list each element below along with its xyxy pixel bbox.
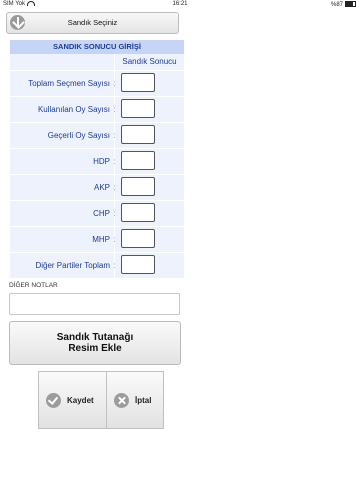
notes-label: DİĞER NOTLAR: [9, 282, 58, 289]
close-icon: [114, 393, 129, 408]
notes-input[interactable]: [9, 293, 180, 315]
row-label: Geçerli Oy Sayısı:: [10, 123, 116, 148]
table-row: AKP:: [10, 175, 184, 200]
add-photo-line1: Sandık Tutanağı: [56, 332, 134, 343]
row-label-text: Diğer Partiler Toplam: [35, 261, 110, 270]
checkmark-icon: [46, 393, 61, 408]
row-label-text: HDP: [93, 157, 110, 166]
subheader-blank: [10, 54, 114, 70]
row-label: CHP:: [10, 201, 116, 226]
add-photo-line2: Resim Ekle: [68, 343, 122, 354]
save-button[interactable]: Kaydet: [38, 371, 106, 429]
row-value-cell: [115, 227, 184, 252]
ballot-result-table: SANDIK SONUCU GİRİŞİ Sandık Sonucu Topla…: [10, 40, 184, 278]
table-row: Kullanılan Oy Sayısı:: [10, 97, 184, 122]
row-value-cell: [115, 71, 184, 96]
row-label: Kullanılan Oy Sayısı:: [10, 97, 116, 122]
row-label-text: AKP: [93, 183, 110, 192]
cancel-label: İptal: [135, 396, 152, 405]
row-value-cell: [115, 123, 184, 148]
battery-status: %87: [331, 1, 356, 8]
ballot-box-select-button[interactable]: Sandık Seçiniz: [6, 12, 179, 34]
row-value-cell: [115, 149, 184, 174]
table-row: HDP:: [10, 149, 184, 174]
status-bar: SIM Yok 16:21 %87: [0, 0, 360, 10]
row-value-input[interactable]: [121, 125, 155, 144]
table-title: SANDIK SONUCU GİRİŞİ: [10, 40, 184, 54]
save-label: Kaydet: [67, 396, 94, 405]
row-value-input[interactable]: [121, 255, 155, 274]
row-value-cell: [115, 175, 184, 200]
row-value-input[interactable]: [121, 177, 155, 196]
row-label: HDP:: [10, 149, 116, 174]
table-row: Geçerli Oy Sayısı:: [10, 123, 184, 148]
table-row: MHP:: [10, 227, 184, 252]
row-value-cell: [115, 201, 184, 226]
row-label: MHP:: [10, 227, 116, 252]
row-label-text: CHP: [93, 209, 110, 218]
table-row: CHP:: [10, 201, 184, 226]
add-report-photo-button[interactable]: Sandık Tutanağı Resim Ekle: [9, 321, 181, 365]
row-value-cell: [115, 253, 184, 278]
ballot-box-select-label: Sandık Seçiniz: [67, 18, 118, 27]
row-value-input[interactable]: [121, 229, 155, 248]
column-header-result: Sandık Sonucu: [115, 54, 184, 70]
row-value-cell: [115, 97, 184, 122]
row-label: Diğer Partiler Toplam:: [10, 253, 116, 278]
row-value-input[interactable]: [121, 203, 155, 222]
cancel-button[interactable]: İptal: [106, 371, 164, 429]
row-value-input[interactable]: [121, 151, 155, 170]
battery-percent: %87: [330, 2, 343, 8]
row-label-text: Kullanılan Oy Sayısı: [37, 105, 110, 114]
battery-icon: [345, 1, 356, 7]
row-label-text: MHP: [92, 235, 110, 244]
row-label: Toplam Seçmen Sayısı:: [10, 71, 116, 96]
row-value-input[interactable]: [121, 73, 155, 92]
clock: 16:21: [172, 1, 188, 7]
table-row: Toplam Seçmen Sayısı:: [10, 71, 184, 96]
table-subheader: Sandık Sonucu: [10, 54, 184, 70]
row-label-text: Geçerli Oy Sayısı: [47, 131, 110, 140]
row-value-input[interactable]: [121, 99, 155, 118]
table-row: Diğer Partiler Toplam:: [10, 253, 184, 278]
row-label-text: Toplam Seçmen Sayısı: [28, 79, 110, 88]
row-label: AKP:: [10, 175, 116, 200]
